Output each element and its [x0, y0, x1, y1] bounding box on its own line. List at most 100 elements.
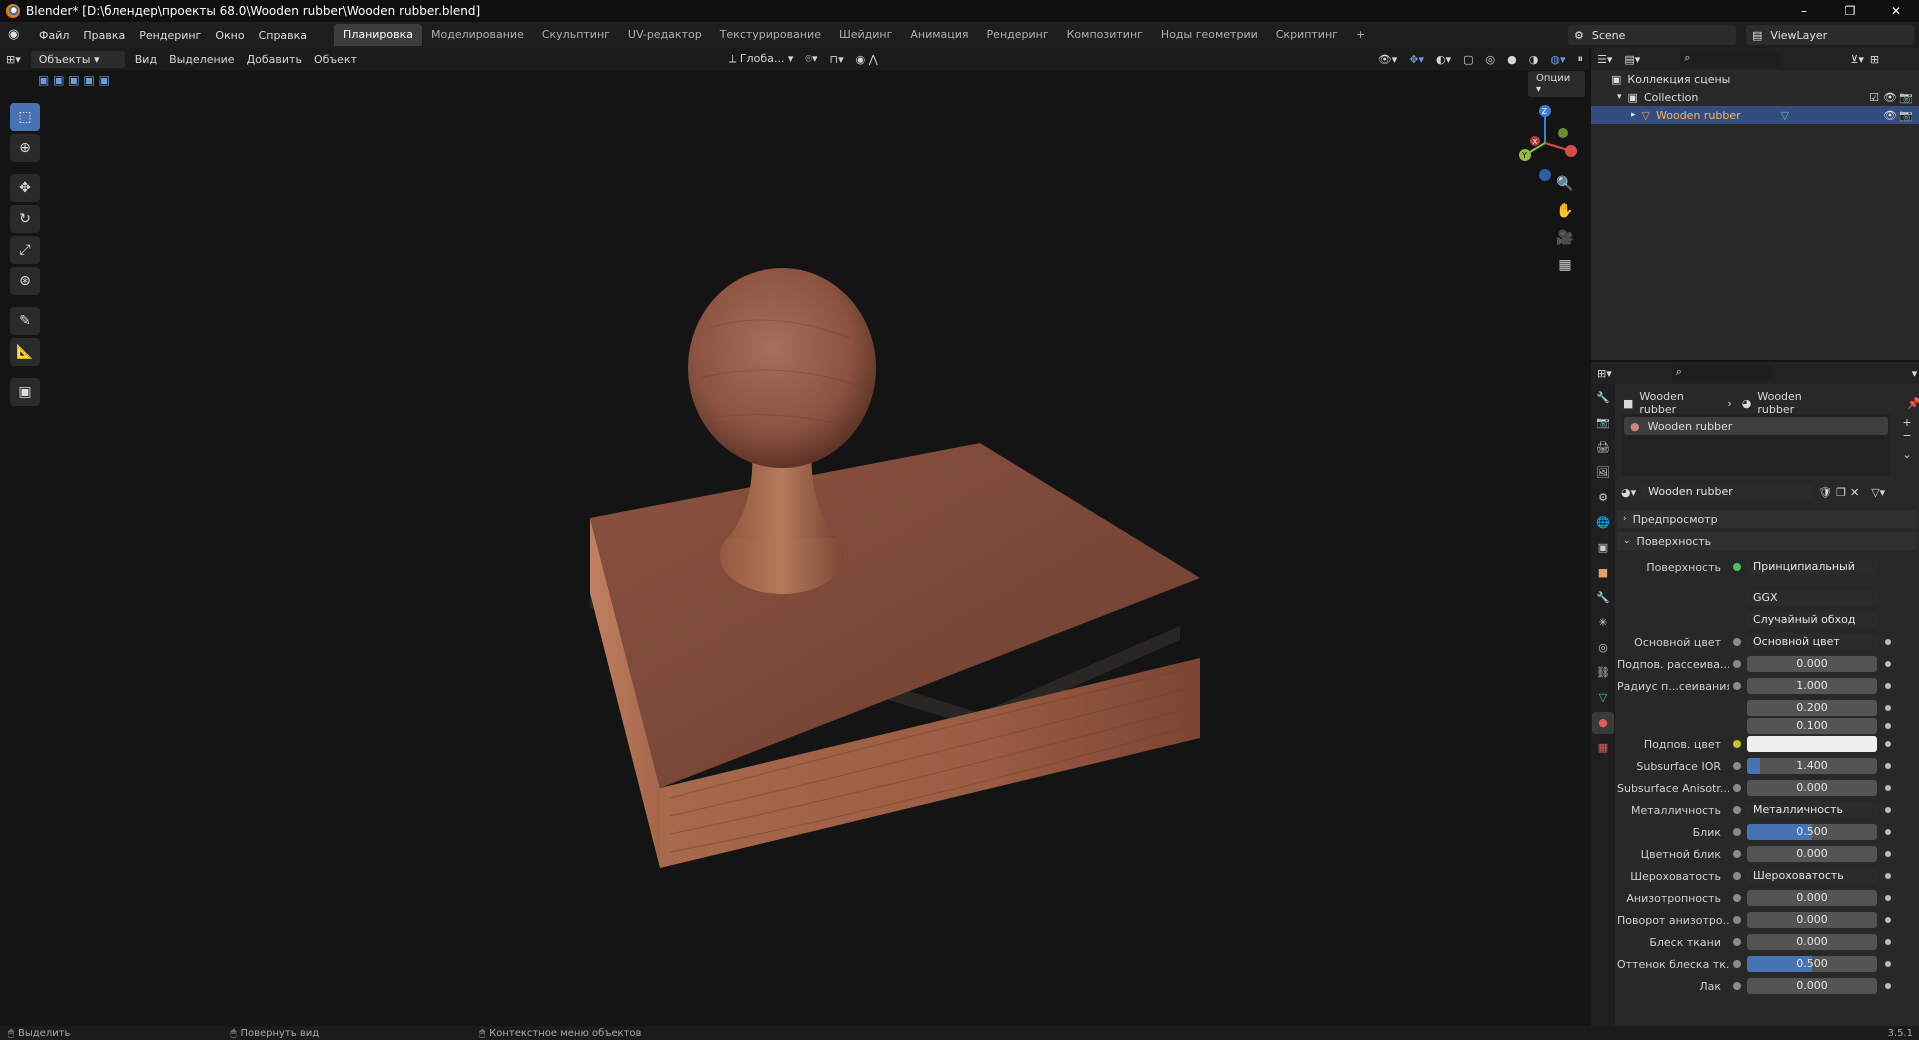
navigation-gizmo[interactable]: Z Y X — [1505, 103, 1585, 183]
panel-surface[interactable]: ⌄ Поверхность — [1617, 532, 1917, 550]
tool-tab-icon[interactable]: 🔧 — [1592, 387, 1614, 409]
linked-input-field[interactable]: Шероховатость — [1747, 868, 1877, 884]
material-slot-list[interactable]: ● Wooden rubber — [1621, 414, 1891, 476]
menu-view[interactable]: Вид — [129, 53, 163, 66]
add-slot-button[interactable]: + — [1899, 416, 1915, 429]
collapse-arrow-icon[interactable]: ▾ — [1617, 92, 1622, 102]
transform-orientation-dropdown[interactable]: ⟂ Глоба... ▾ — [723, 52, 799, 66]
texture-tab-icon[interactable]: ▦ — [1592, 737, 1614, 759]
particles-tab-icon[interactable]: ✳ — [1592, 612, 1614, 634]
measure-tool[interactable]: 📐 — [10, 338, 40, 366]
keyframe-dot-icon[interactable] — [1885, 705, 1891, 711]
material-slot[interactable]: ● Wooden rubber — [1624, 417, 1888, 435]
keyframe-dot-icon[interactable] — [1885, 983, 1891, 989]
select-mode-icons[interactable]: ▣ ▣ ▣ ▣ ▣ — [38, 73, 110, 87]
socket-icon[interactable] — [1733, 872, 1741, 880]
pan-hand-icon[interactable]: ✋ — [1554, 200, 1576, 222]
numeric-input-field[interactable]: 1.400 — [1747, 758, 1877, 774]
perspective-grid-icon[interactable]: ▦ — [1554, 254, 1576, 276]
properties-editor-icon[interactable]: ⊞▾ — [1597, 367, 1612, 380]
visibility-icon[interactable]: 👁▾ — [1372, 53, 1404, 66]
mode-dropdown[interactable]: Объекты ▾ — [30, 50, 125, 68]
physics-tab-icon[interactable]: ◎ — [1592, 637, 1614, 659]
shading-material-icon[interactable]: ◑ — [1523, 53, 1545, 66]
zoom-icon[interactable]: 🔍 — [1554, 173, 1576, 195]
tab-modeling[interactable]: Моделирование — [422, 24, 533, 46]
transform-tool[interactable]: ⊛ — [10, 267, 40, 295]
numeric-input-field[interactable]: 0.500 — [1747, 824, 1877, 840]
camera-view-icon[interactable]: 🎥 — [1554, 227, 1576, 249]
browse-material-icon[interactable]: ◕▾ — [1621, 486, 1636, 499]
data-tab-icon[interactable]: ▽ — [1592, 687, 1614, 709]
menu-help[interactable]: Справка — [252, 29, 314, 42]
object-render-camera-icon[interactable]: 📷 — [1899, 109, 1913, 122]
keyframe-dot-icon[interactable] — [1885, 661, 1891, 667]
pin-icon[interactable]: 📌 — [1907, 397, 1919, 410]
tab-rendering[interactable]: Рендеринг — [978, 24, 1058, 46]
socket-icon[interactable] — [1733, 916, 1741, 924]
options-dropdown[interactable]: Опции ▾ — [1528, 71, 1585, 97]
socket-icon[interactable] — [1733, 806, 1741, 814]
tab-geometry-nodes[interactable]: Ноды геометрии — [1152, 24, 1267, 46]
render-camera-icon[interactable]: 📷 — [1899, 91, 1913, 104]
socket-icon[interactable] — [1733, 784, 1741, 792]
constraints-tab-icon[interactable]: ⛓ — [1592, 662, 1614, 684]
menu-edit[interactable]: Правка — [76, 29, 132, 42]
tab-texture-paint[interactable]: Текстурирование — [711, 24, 830, 46]
display-mode-icon[interactable]: ▤▾ — [1624, 53, 1640, 66]
socket-icon[interactable] — [1733, 850, 1741, 858]
shading-rendered-icon[interactable]: ◍▾ — [1544, 53, 1571, 66]
numeric-input-field[interactable]: 0.000 — [1747, 978, 1877, 994]
object-row-wooden-rubber[interactable]: ▸ ▽ Wooden rubber ▽ 👁 📷 — [1591, 106, 1919, 124]
subsurface-method-dropdown[interactable]: Случайный обход — [1747, 612, 1877, 628]
overlay-toggle-icon[interactable]: ◐▾ — [1430, 53, 1457, 66]
keyframe-dot-icon[interactable] — [1885, 807, 1891, 813]
tab-sculpting[interactable]: Скульптинг — [533, 24, 619, 46]
visibility-eye-icon[interactable]: 👁 — [1883, 91, 1897, 104]
keyframe-dot-icon[interactable] — [1885, 785, 1891, 791]
keyframe-dot-icon[interactable] — [1885, 683, 1891, 689]
maximize-button[interactable]: ❐ — [1827, 0, 1873, 22]
outliner-editor-icon[interactable]: ☰▾ — [1597, 53, 1612, 66]
tab-scripting[interactable]: Скриптинг — [1267, 24, 1347, 46]
exclude-checkbox[interactable]: ☑ — [1869, 91, 1879, 104]
keyframe-dot-icon[interactable] — [1885, 829, 1891, 835]
properties-search-field[interactable]: ⌕ — [1671, 365, 1772, 381]
menu-file[interactable]: Файл — [32, 29, 76, 42]
scale-tool[interactable]: ⤢ — [10, 236, 40, 264]
render-tab-icon[interactable]: 📷 — [1592, 412, 1614, 434]
keyframe-dot-icon[interactable] — [1885, 723, 1891, 729]
object-visibility-eye-icon[interactable]: 👁 — [1883, 109, 1897, 122]
link-dropdown-icon[interactable]: ▽▾ — [1871, 486, 1885, 499]
proportional-edit-icon[interactable]: ◉ ⋀ — [850, 53, 884, 66]
panel-preview[interactable]: › Предпросмотр — [1617, 510, 1917, 528]
select-box-tool[interactable]: ⬚ — [10, 103, 40, 131]
add-workspace-button[interactable]: + — [1347, 24, 1374, 46]
keyframe-dot-icon[interactable] — [1885, 763, 1891, 769]
socket-icon[interactable] — [1733, 660, 1741, 668]
output-tab-icon[interactable]: 🖨 — [1592, 437, 1614, 459]
numeric-input-field[interactable]: 0.100 — [1747, 718, 1877, 734]
tab-layout[interactable]: Планировка — [334, 24, 423, 46]
collection-tab-icon[interactable]: ▣ — [1592, 537, 1614, 559]
numeric-input-field[interactable]: 1.000 — [1747, 678, 1877, 694]
menu-object[interactable]: Объект — [308, 53, 363, 66]
keyframe-dot-icon[interactable] — [1885, 961, 1891, 967]
keyframe-dot-icon[interactable] — [1885, 917, 1891, 923]
tab-compositing[interactable]: Композитинг — [1058, 24, 1152, 46]
tab-uv-editing[interactable]: UV-редактор — [619, 24, 711, 46]
numeric-input-field[interactable]: 0.000 — [1747, 656, 1877, 672]
blender-menu-icon[interactable]: ◉ — [8, 28, 26, 42]
unlink-material-icon[interactable]: ✕ — [1850, 486, 1859, 499]
socket-icon[interactable] — [1733, 982, 1741, 990]
expand-arrow-icon[interactable]: ▸ — [1631, 110, 1636, 120]
outliner-search-field[interactable]: ⌕ — [1680, 51, 1781, 67]
socket-icon[interactable] — [1733, 740, 1741, 748]
shading-solid-icon[interactable]: ● — [1501, 53, 1523, 66]
filter-icon[interactable]: ⊻▾ — [1850, 53, 1864, 66]
linked-input-field[interactable]: Основной цвет — [1747, 634, 1877, 650]
tab-animation[interactable]: Анимация — [901, 24, 977, 46]
color-swatch-field[interactable] — [1747, 736, 1877, 752]
add-cube-tool[interactable]: ▣ — [10, 378, 40, 406]
scene-collection-row[interactable]: ▣ Коллекция сцены — [1591, 70, 1919, 88]
